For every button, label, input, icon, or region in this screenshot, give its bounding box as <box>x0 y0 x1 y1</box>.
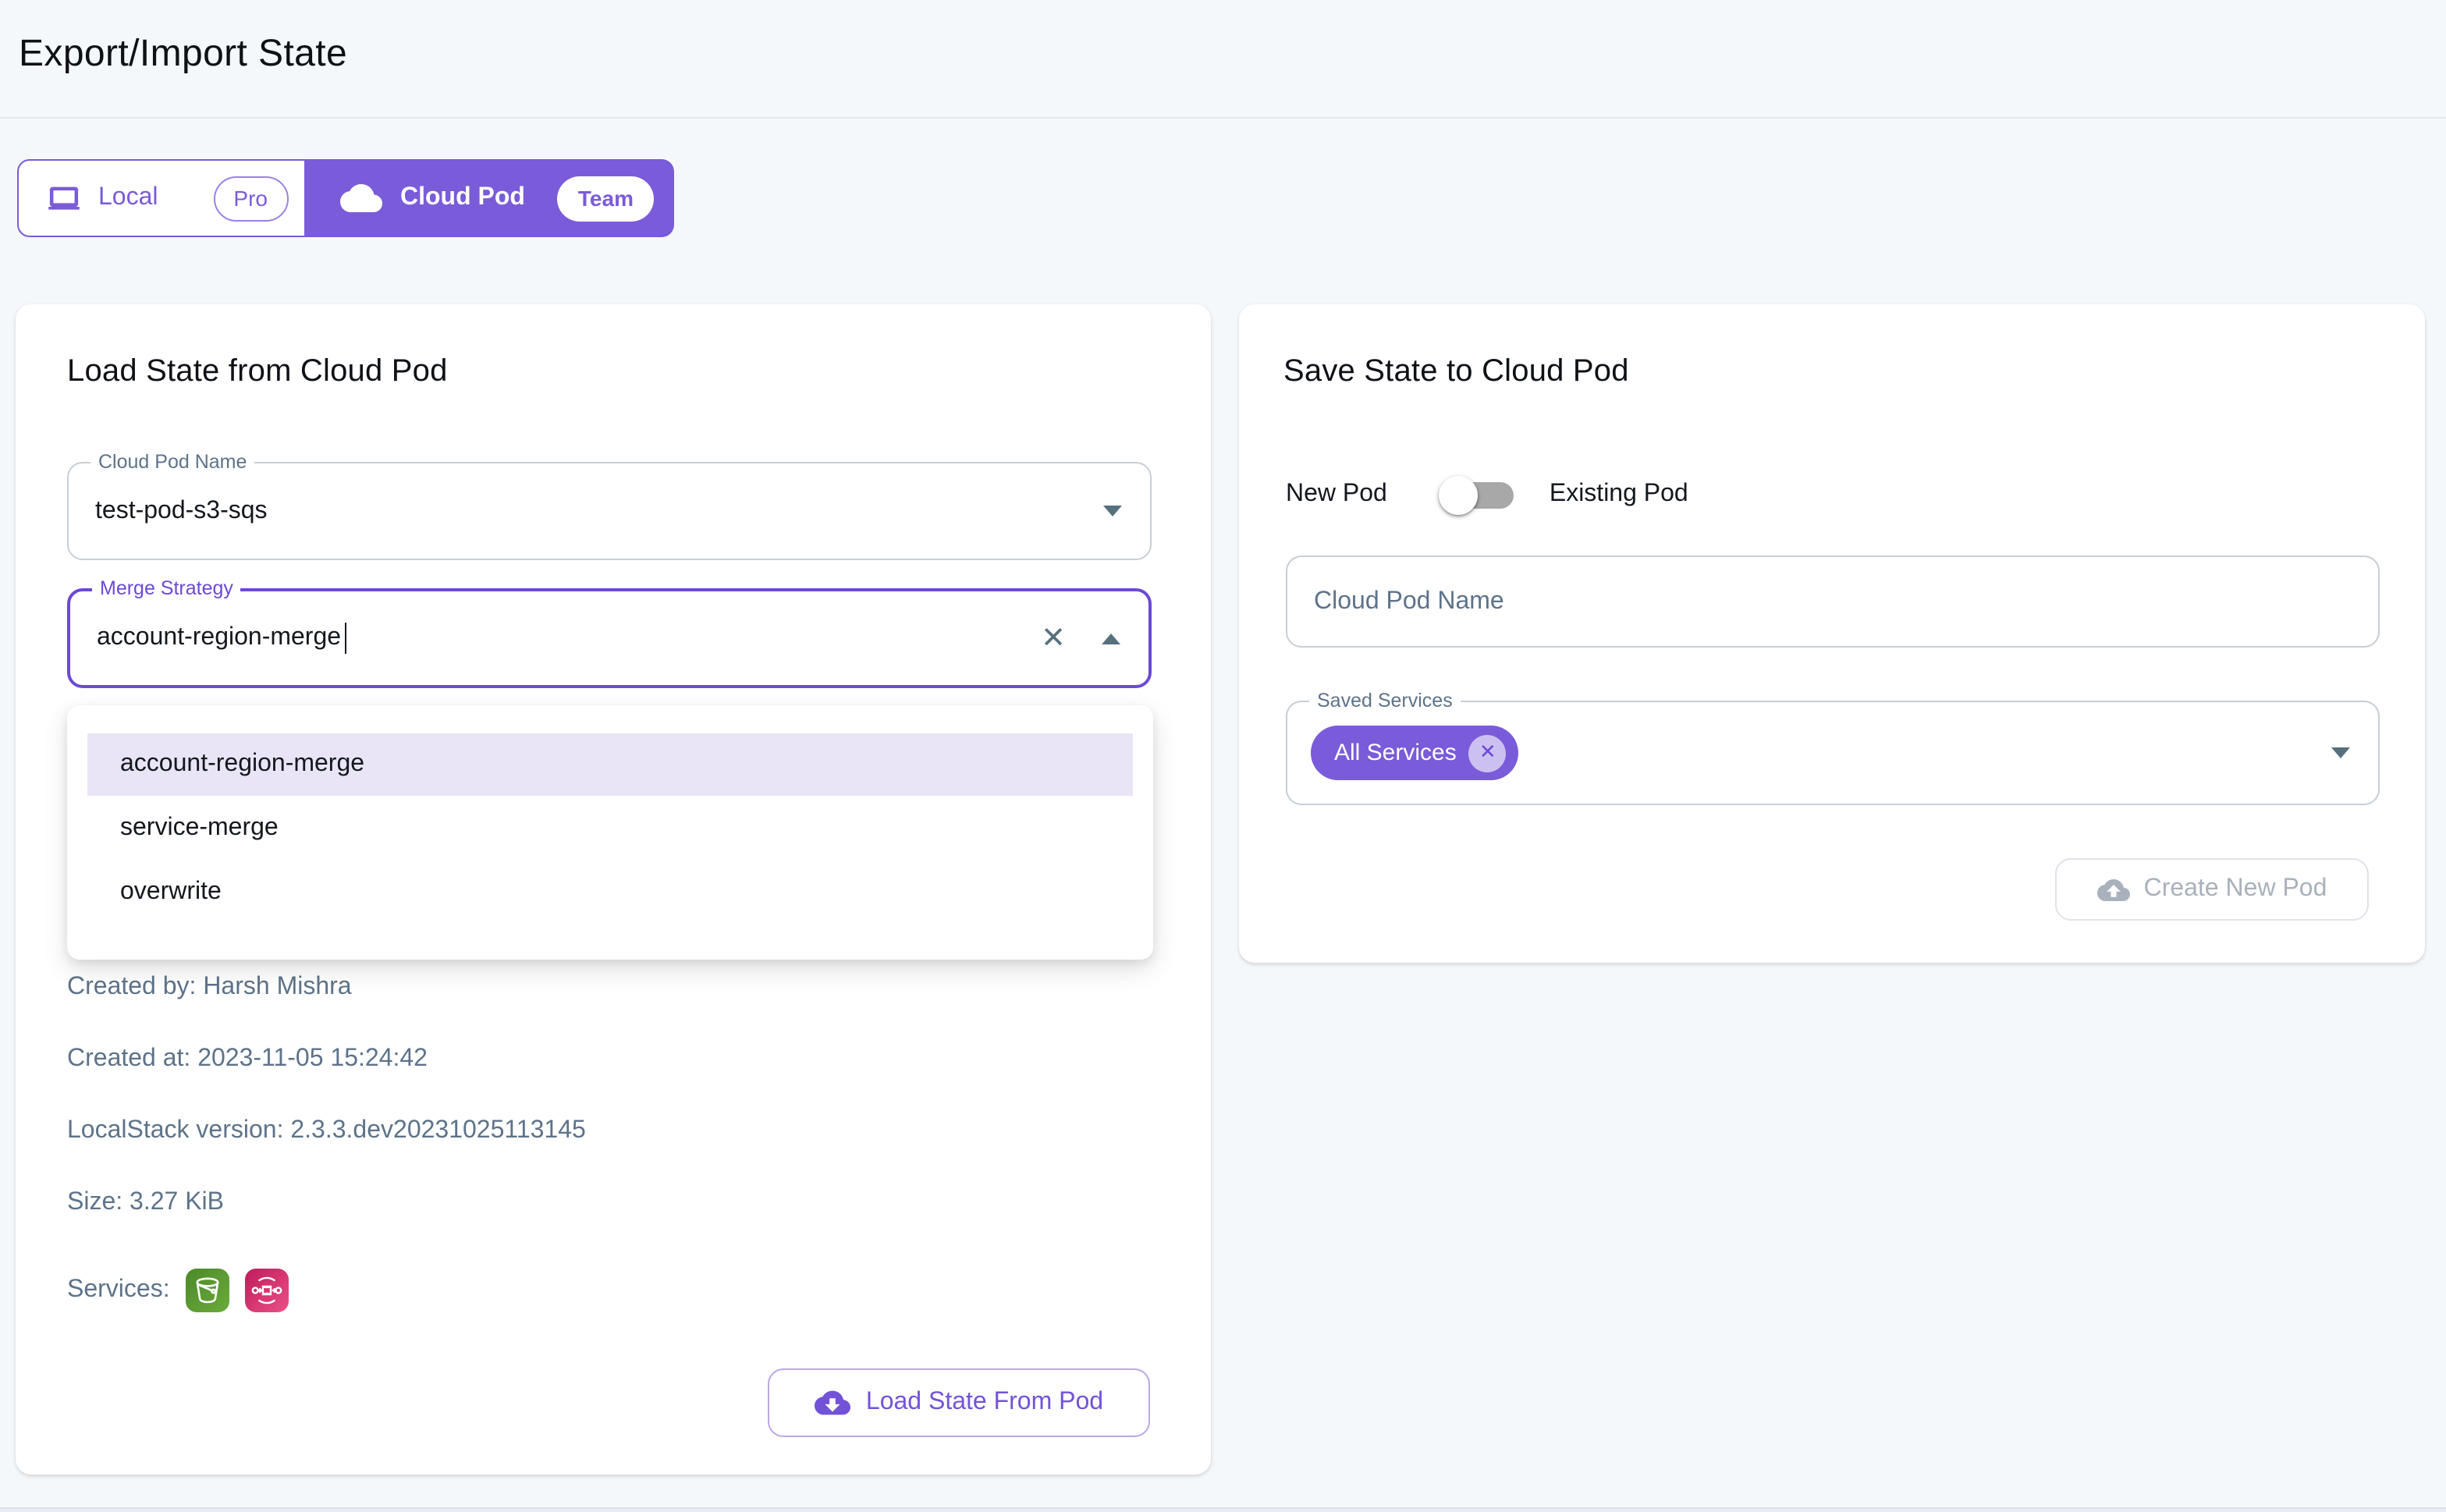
merge-strategy-input[interactable]: Merge Strategy account-region-merge ✕ <box>67 588 1152 688</box>
cloud-icon <box>339 184 382 212</box>
cloud-upload-icon <box>2097 878 2130 901</box>
load-state-card: Load State from Cloud Pod Cloud Pod Name… <box>16 304 1211 1475</box>
all-services-chip-label: All Services <box>1334 740 1457 766</box>
cloud-pod-name-select[interactable]: Cloud Pod Name test-pod-s3-sqs <box>67 462 1152 560</box>
cloud-download-icon <box>815 1390 850 1415</box>
dropdown-option-account-region-merge[interactable]: account-region-merge <box>87 733 1133 796</box>
header-divider <box>0 117 2446 119</box>
team-badge: Team <box>558 176 654 221</box>
state-mode-tabs: Local Pro Cloud Pod Team <box>17 159 674 237</box>
save-card-title: Save State to Cloud Pod <box>1283 354 1629 390</box>
page-title: Export/Import State <box>19 33 347 76</box>
load-state-from-pod-button[interactable]: Load State From Pod <box>768 1368 1150 1437</box>
pod-mode-switch[interactable] <box>1443 474 1514 515</box>
load-card-title: Load State from Cloud Pod <box>67 354 448 390</box>
tab-cloud-pod[interactable]: Cloud Pod Team <box>305 159 674 237</box>
chip-delete-icon[interactable]: ✕ <box>1469 734 1507 772</box>
saved-services-label: Saved Services <box>1309 688 1461 715</box>
tab-local[interactable]: Local Pro <box>17 159 305 237</box>
save-state-card: Save State to Cloud Pod New Pod Existing… <box>1239 304 2425 963</box>
new-pod-label: New Pod <box>1286 481 1387 509</box>
chevron-down-icon[interactable] <box>1103 506 1122 516</box>
pod-size: Size: 3.27 KiB <box>67 1187 224 1219</box>
export-import-state-page: Export/Import State Local Pro Cloud Pod … <box>0 0 2446 1512</box>
dropdown-option-overwrite[interactable]: overwrite <box>87 861 1133 924</box>
saved-services-select[interactable]: Saved Services All Services ✕ <box>1286 701 2380 805</box>
cloud-pod-name-select-value: test-pod-s3-sqs <box>95 497 268 525</box>
text-caret <box>344 623 346 654</box>
save-pod-name-input[interactable] <box>1287 557 2378 646</box>
clear-icon[interactable]: ✕ <box>1041 623 1066 653</box>
footer-strip <box>0 1507 2446 1512</box>
s3-service-icon <box>186 1269 229 1312</box>
chevron-down-icon[interactable] <box>2331 747 2350 758</box>
tab-local-label: Local <box>98 184 158 212</box>
save-pod-name-field <box>1286 555 2380 648</box>
load-button-label: Load State From Pod <box>866 1389 1103 1417</box>
all-services-chip[interactable]: All Services ✕ <box>1311 726 1519 780</box>
pod-localstack-version: LocalStack version: 2.3.3.dev20231025113… <box>67 1116 586 1147</box>
pod-created-at: Created at: 2023-11-05 15:24:42 <box>67 1044 428 1075</box>
merge-strategy-value: account-region-merge <box>97 623 346 654</box>
create-new-pod-button[interactable]: Create New Pod <box>2055 858 2369 921</box>
pod-mode-toggle-row: New Pod Existing Pod <box>1286 474 1688 515</box>
merge-strategy-dropdown: account-region-merge service-merge overw… <box>67 705 1153 960</box>
merge-strategy-label: Merge Strategy <box>92 576 241 603</box>
cloud-pod-name-select-label: Cloud Pod Name <box>91 449 254 477</box>
tab-cloud-pod-label: Cloud Pod <box>400 184 525 212</box>
sqs-service-icon <box>245 1269 289 1312</box>
pod-created-by: Created by: Harsh Mishra <box>67 972 352 1003</box>
dropdown-option-service-merge[interactable]: service-merge <box>87 797 1133 860</box>
switch-thumb <box>1440 475 1479 514</box>
laptop-icon <box>47 183 81 213</box>
chevron-up-icon[interactable] <box>1102 633 1120 644</box>
services-label: Services: <box>67 1269 170 1312</box>
pod-services-row: Services: <box>67 1269 289 1312</box>
existing-pod-label: Existing Pod <box>1550 481 1688 509</box>
create-button-label: Create New Pod <box>2144 875 2327 903</box>
pro-badge: Pro <box>213 176 288 221</box>
